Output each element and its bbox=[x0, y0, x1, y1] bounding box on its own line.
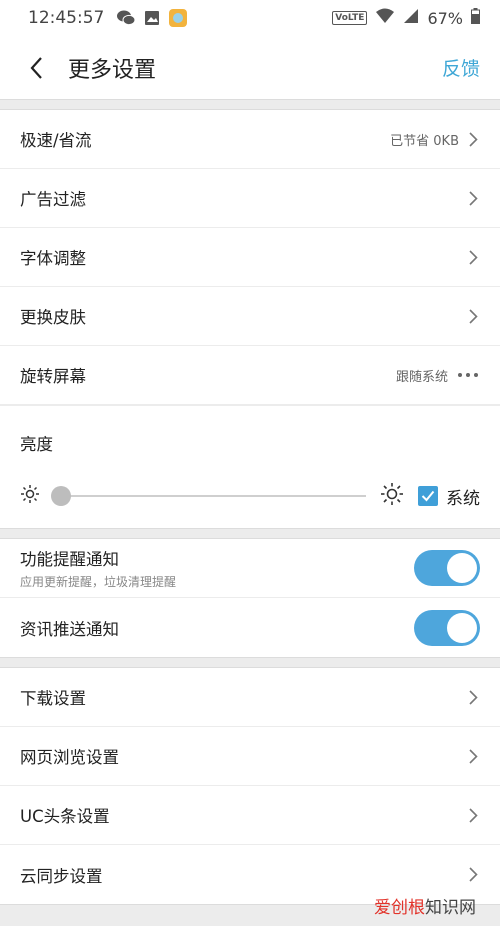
setting-label: 字体调整 bbox=[20, 249, 86, 268]
more-dots-icon bbox=[458, 373, 478, 377]
watermark: 爱创根知识网 bbox=[374, 898, 476, 918]
chevron-right-icon bbox=[469, 308, 478, 324]
setting-news-push: 资讯推送通知 bbox=[0, 598, 500, 657]
chevron-right-icon bbox=[469, 190, 478, 206]
setting-label: 更换皮肤 bbox=[20, 308, 86, 327]
setting-sublabel: 应用更新提醒，垃圾清理提醒 bbox=[20, 575, 177, 589]
brightness-slider-handle[interactable] bbox=[51, 486, 72, 506]
setting-label: 网页浏览设置 bbox=[20, 748, 119, 767]
chevron-right-icon bbox=[469, 807, 478, 823]
settings-group-display: 极速/省流 已节省 0KB 广告过滤 字体调整 更换皮肤 旋转屏幕 跟随系统 亮… bbox=[0, 110, 500, 529]
section-gap bbox=[0, 529, 500, 539]
wifi-icon bbox=[375, 8, 395, 28]
setting-label: 功能提醒通知 bbox=[20, 550, 119, 569]
setting-download[interactable]: 下载设置 bbox=[0, 668, 500, 727]
setting-font-size[interactable]: 字体调整 bbox=[0, 228, 500, 287]
setting-rotate-screen[interactable]: 旋转屏幕 跟随系统 bbox=[0, 346, 500, 405]
chevron-right-icon bbox=[469, 867, 478, 882]
setting-uc-headlines[interactable]: UC头条设置 bbox=[0, 786, 500, 845]
brightness-setting: 亮度 系统 bbox=[0, 406, 500, 528]
section-gap bbox=[0, 658, 500, 668]
section-gap bbox=[0, 100, 500, 110]
setting-label: 云同步设置 bbox=[20, 866, 103, 886]
settings-group-notifications: 功能提醒通知 应用更新提醒，垃圾清理提醒 资讯推送通知 bbox=[0, 539, 500, 658]
app-notification-icon bbox=[168, 8, 188, 28]
brightness-label: 亮度 bbox=[20, 435, 53, 454]
setting-label: 下载设置 bbox=[20, 689, 86, 708]
news-push-toggle[interactable] bbox=[414, 609, 480, 646]
setting-ad-filter[interactable]: 广告过滤 bbox=[0, 169, 500, 228]
status-bar: 12:45:57 VoLTE 67% bbox=[0, 0, 500, 36]
chevron-right-icon bbox=[469, 249, 478, 265]
system-brightness-checkbox[interactable] bbox=[418, 486, 438, 506]
setting-label: 极速/省流 bbox=[20, 131, 92, 150]
chevron-right-icon bbox=[469, 748, 478, 764]
brightness-high-icon bbox=[380, 482, 404, 510]
setting-label: 广告过滤 bbox=[20, 190, 86, 209]
system-brightness-label: 系统 bbox=[446, 488, 480, 509]
image-icon bbox=[144, 10, 160, 26]
wechat-icon bbox=[116, 9, 136, 27]
status-time: 12:45:57 bbox=[28, 8, 105, 28]
brightness-slider[interactable] bbox=[51, 486, 366, 506]
page-title: 更多设置 bbox=[68, 57, 157, 83]
back-button[interactable] bbox=[22, 53, 52, 83]
brightness-low-icon bbox=[20, 484, 40, 508]
setting-web-browsing[interactable]: 网页浏览设置 bbox=[0, 727, 500, 786]
feedback-link[interactable]: 反馈 bbox=[442, 54, 480, 81]
volte-badge: VoLTE bbox=[332, 11, 368, 25]
checkmark-icon bbox=[421, 490, 435, 502]
battery-percent: 67% bbox=[427, 8, 463, 28]
setting-label: 资讯推送通知 bbox=[20, 619, 119, 639]
setting-value: 已节省 0KB bbox=[390, 133, 459, 149]
chevron-right-icon bbox=[469, 689, 478, 705]
feature-notification-toggle[interactable] bbox=[414, 550, 480, 586]
setting-feature-notification: 功能提醒通知 应用更新提醒，垃圾清理提醒 bbox=[0, 539, 500, 598]
brightness-slider-row: 系统 bbox=[20, 464, 480, 528]
setting-value: 跟随系统 bbox=[395, 369, 448, 385]
chevron-right-icon bbox=[469, 131, 478, 147]
setting-label: UC头条设置 bbox=[20, 807, 110, 826]
setting-label: 旋转屏幕 bbox=[20, 367, 86, 386]
battery-icon bbox=[471, 8, 480, 28]
settings-group-advanced: 下载设置 网页浏览设置 UC头条设置 云同步设置 bbox=[0, 668, 500, 905]
setting-skin[interactable]: 更换皮肤 bbox=[0, 287, 500, 346]
setting-speed-saving[interactable]: 极速/省流 已节省 0KB bbox=[0, 110, 500, 169]
app-header: 更多设置 反馈 bbox=[0, 36, 500, 100]
signal-icon bbox=[403, 8, 419, 28]
back-arrow-icon bbox=[30, 56, 42, 79]
